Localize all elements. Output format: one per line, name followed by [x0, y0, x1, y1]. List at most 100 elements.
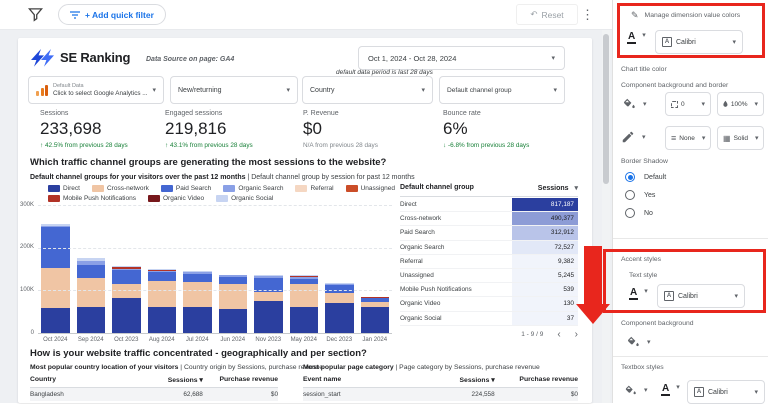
page-category-table-row[interactable]: session_start224,558$0	[303, 388, 578, 401]
channel-name: Cross-network	[400, 215, 512, 222]
chevron-down-icon: ▾	[148, 86, 156, 94]
default-data-label: Default Data	[53, 83, 148, 90]
legend-color-chip	[216, 195, 228, 202]
bar-segment-cross-network	[254, 292, 283, 301]
radio-label: Yes	[644, 192, 655, 199]
chevron-left-icon[interactable]: ‹	[557, 329, 560, 340]
text-color-icon: A	[661, 383, 670, 396]
sessions-col-header[interactable]: Sessions ▾	[538, 184, 578, 192]
radio-circle-icon[interactable]	[625, 190, 635, 200]
legend-item[interactable]: Referral	[295, 185, 333, 192]
table-row[interactable]: Cross-network490,377	[400, 212, 578, 226]
country-table-header: CountrySessions ▾Purchase revenue	[30, 376, 278, 388]
corner-radius-icon	[671, 101, 678, 108]
data-period-note: default data period is last 28 days	[336, 69, 433, 76]
table-row[interactable]: Mobile Push Notifications539	[400, 283, 578, 297]
bar-segment-direct	[254, 301, 283, 333]
textbox-text-color-picker[interactable]: A ▾	[661, 383, 680, 396]
bar-nov-2023[interactable]	[254, 275, 283, 333]
radio-default[interactable]: Default	[625, 172, 666, 182]
legend-item[interactable]: Unassigned	[346, 185, 395, 192]
component-background-color-picker[interactable]: ▾	[625, 334, 651, 349]
legend-item[interactable]: Mobile Push Notifications	[48, 195, 136, 202]
bar-oct-2024[interactable]	[41, 224, 70, 333]
component-background-label: Component background	[621, 320, 694, 327]
sessions-value-cell: 37	[512, 312, 578, 325]
table-row[interactable]: Organic Social37	[400, 312, 578, 326]
legend-color-chip	[48, 195, 60, 202]
legend-item[interactable]: Cross-network	[92, 185, 149, 192]
bar-aug-2024[interactable]	[148, 269, 177, 333]
opacity-select[interactable]: 100% ▾	[717, 92, 764, 116]
column-header[interactable]: Sessions ▾	[411, 376, 494, 384]
cell: 224,558	[411, 391, 494, 398]
border-weight-select[interactable]: ≡ None ▾	[665, 126, 711, 150]
scrollbar-thumb[interactable]	[603, 34, 609, 184]
radio-circle-icon[interactable]	[625, 208, 635, 218]
border-style-select[interactable]: ▦ Solid ▾	[717, 126, 764, 150]
country-table-row[interactable]: Bangladesh62,688$0	[30, 388, 278, 401]
border-pen-icon	[621, 130, 635, 144]
up-arrow-icon: ↑	[40, 142, 45, 149]
radio-yes[interactable]: Yes	[625, 190, 655, 200]
table-row[interactable]: Unassigned5,245	[400, 269, 578, 283]
chevron-right-icon[interactable]: ›	[575, 329, 578, 340]
bar-segment-direct	[219, 309, 248, 333]
legend-item[interactable]: Direct	[48, 185, 80, 192]
bar-sep-2024[interactable]	[77, 258, 106, 333]
bar-jun-2024[interactable]	[219, 275, 248, 333]
corner-radius-select[interactable]: 0 ▾	[665, 92, 711, 116]
filter-lines-icon	[70, 11, 80, 19]
channel-col-header: Default channel group	[400, 184, 474, 192]
reset-button[interactable]: ↶ Reset	[516, 4, 578, 25]
kebab-menu-icon[interactable]: ⋮	[581, 5, 594, 25]
table-row[interactable]: Paid Search312,912	[400, 226, 578, 240]
channel-group-filter[interactable]: Default channel group ▾	[439, 76, 565, 104]
metric-value: 6%	[443, 119, 563, 139]
bar-jan-2024[interactable]	[361, 297, 390, 333]
legend-label: Cross-network	[107, 185, 149, 192]
country-filter[interactable]: Country ▾	[302, 76, 433, 104]
country-label: Country	[310, 87, 335, 94]
filter-funnel-icon[interactable]	[28, 7, 43, 22]
legend-label: Paid Search	[176, 185, 211, 192]
new-returning-filter[interactable]: New/returning ▾	[170, 76, 298, 104]
page-category-table-subtitle: Most popular page category | Page catego…	[303, 364, 540, 371]
legend-item[interactable]: Organic Social	[216, 195, 273, 202]
radio-no[interactable]: No	[625, 208, 653, 218]
pagination-range: 1 - 9 / 9	[521, 331, 543, 338]
channel-group-label: Default channel group	[447, 87, 512, 94]
data-source-selector[interactable]: Default Data Click to select Google Anal…	[28, 76, 164, 104]
x-axis-label: Jul 2024	[183, 337, 212, 343]
chart-question-title: Which traffic channel groups are generat…	[30, 157, 386, 168]
bar-oct-2023[interactable]	[112, 266, 141, 333]
table-row[interactable]: Organic Search72,527	[400, 241, 578, 255]
radio-label: No	[644, 210, 653, 217]
bar-jul-2024[interactable]	[183, 271, 212, 333]
cell: 62,688	[128, 391, 203, 398]
radio-circle-icon[interactable]	[625, 172, 635, 182]
table-row[interactable]: Organic Video130	[400, 297, 578, 311]
bar-may-2024[interactable]	[290, 275, 319, 333]
legend-item[interactable]: Paid Search	[161, 185, 211, 192]
legend-item[interactable]: Organic Search	[223, 185, 283, 192]
table-row[interactable]: Referral9,382	[400, 255, 578, 269]
chart-subtitle: Default channel groups for your visitors…	[30, 174, 415, 181]
column-header[interactable]: Sessions ▾	[128, 376, 203, 384]
bar-segment-paid-search	[219, 277, 248, 284]
add-quick-filter-button[interactable]: + Add quick filter	[58, 4, 166, 25]
border-style-icon: ▦	[723, 134, 731, 143]
column-header: Purchase revenue	[495, 376, 578, 384]
gridline	[38, 248, 392, 249]
date-range-picker[interactable]: Oct 1, 2024 - Oct 28, 2024 ▾	[358, 46, 565, 70]
table-row[interactable]: Direct817,187	[400, 198, 578, 212]
chevron-down-icon: ▾	[549, 86, 557, 94]
bar-segment-paid-search	[112, 270, 141, 284]
textbox-background-color-picker[interactable]: ▾	[623, 383, 648, 397]
legend-item[interactable]: Organic Video	[148, 195, 204, 202]
background-color-picker[interactable]: ▾	[621, 96, 647, 111]
x-axis-label: Oct 2024	[41, 337, 70, 343]
border-color-picker[interactable]: ▾	[621, 130, 646, 144]
textbox-font-family-select[interactable]: A Calibri ▾	[687, 380, 765, 404]
bar-segment-cross-network	[219, 284, 248, 309]
